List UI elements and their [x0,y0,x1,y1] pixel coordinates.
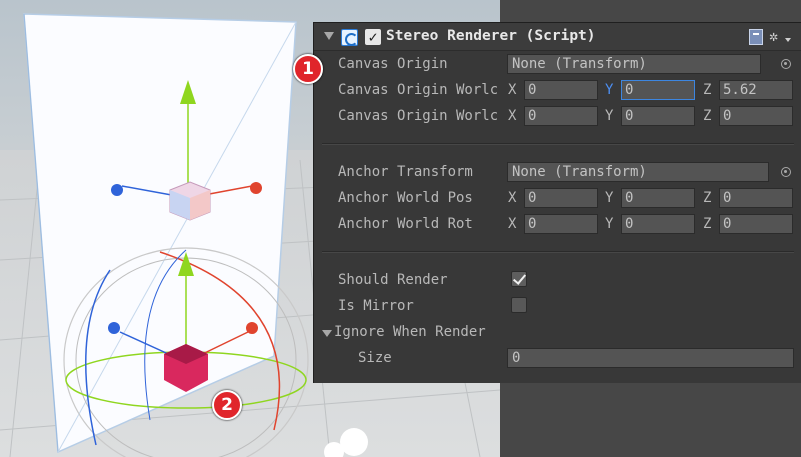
anchor-pos-y-input[interactable]: 0 [621,188,695,208]
axis-y-label[interactable]: Y [605,190,619,206]
canvas-origin-field[interactable]: None (Transform) [507,54,761,74]
fold-arrow-icon[interactable] [324,32,334,40]
axis-z-label[interactable]: Z [703,190,717,206]
field-label: Anchor Transform [338,164,473,180]
anchor-world-rot-row: Anchor World Rot X 0 Y 0 Z 0 [314,213,801,237]
field-label: Canvas Origin Worlc [338,82,499,98]
gear-icon[interactable]: ✲ [769,27,778,45]
anchor-transform-field[interactable]: None (Transform) [507,162,769,182]
axis-y-label[interactable]: Y [605,216,619,232]
axis-z-label[interactable]: Z [703,108,717,124]
size-row: Size 0 [314,347,801,371]
axis-x-label[interactable]: X [508,190,522,206]
field-label: Anchor World Rot [338,216,473,232]
is-mirror-checkbox[interactable] [511,297,527,313]
canvas-origin-row: Canvas Origin None (Transform) [314,53,801,77]
axis-x-label[interactable]: X [508,82,522,98]
field-label: Canvas Origin Worlc [338,108,499,124]
is-mirror-row: Is Mirror [314,295,801,319]
axis-y-label[interactable]: Y [605,82,619,98]
callout-badge-1: 1 [293,54,323,84]
field-label: Size [358,350,392,366]
anchor-transform-row: Anchor Transform None (Transform) [314,161,801,185]
component-title: Stereo Renderer (Script) [386,28,596,44]
field-label: Should Render [338,272,448,288]
foldout-arrow-icon[interactable] [322,330,332,337]
should-render-checkbox[interactable] [511,271,527,287]
canvas-origin-rot-y-input[interactable]: 0 [621,106,695,126]
component-enabled-checkbox[interactable]: ✓ [365,29,381,45]
canvas-origin-pos-y-input[interactable]: 0 [621,80,695,100]
should-render-row: Should Render [314,269,801,293]
axis-y-label[interactable]: Y [605,108,619,124]
object-picker-icon[interactable] [781,167,791,177]
inspector-panel: ✓ Stereo Renderer (Script) ✲ Canvas Orig… [313,22,801,383]
help-book-icon[interactable] [749,29,763,45]
canvas-origin-rot-z-input[interactable]: 0 [719,106,793,126]
axis-x-label[interactable]: X [508,216,522,232]
anchor-rot-x-input[interactable]: 0 [524,214,598,234]
scene-light-icon [340,428,368,456]
field-label: Ignore When Render [334,324,486,340]
canvas-origin-world-pos-row: Canvas Origin Worlc X 0 Y 0 Z 5.62 [314,79,801,103]
anchor-pos-x-input[interactable]: 0 [524,188,598,208]
object-picker-icon[interactable] [781,59,791,69]
canvas-origin-rot-x-input[interactable]: 0 [524,106,598,126]
callout-badge-2: 2 [212,390,242,420]
chevron-down-icon[interactable] [785,38,791,42]
section-divider [322,143,794,145]
canvas-origin-pos-z-input[interactable]: 5.62 [719,80,793,100]
axis-x-label[interactable]: X [508,108,522,124]
component-header[interactable]: ✓ Stereo Renderer (Script) ✲ [314,23,801,51]
section-divider [322,251,794,253]
axis-z-label[interactable]: Z [703,82,717,98]
field-label: Canvas Origin [338,56,448,72]
axis-z-label[interactable]: Z [703,216,717,232]
size-input[interactable]: 0 [507,348,794,368]
script-icon [341,29,358,46]
canvas-origin-pos-x-input[interactable]: 0 [524,80,598,100]
field-label: Anchor World Pos [338,190,473,206]
canvas-origin-world-rot-row: Canvas Origin Worlc X 0 Y 0 Z 0 [314,105,801,129]
anchor-rot-y-input[interactable]: 0 [621,214,695,234]
anchor-world-pos-row: Anchor World Pos X 0 Y 0 Z 0 [314,187,801,211]
anchor-pos-z-input[interactable]: 0 [719,188,793,208]
anchor-rot-z-input[interactable]: 0 [719,214,793,234]
field-label: Is Mirror [338,298,414,314]
ignore-when-render-foldout[interactable]: Ignore When Render [314,321,801,345]
